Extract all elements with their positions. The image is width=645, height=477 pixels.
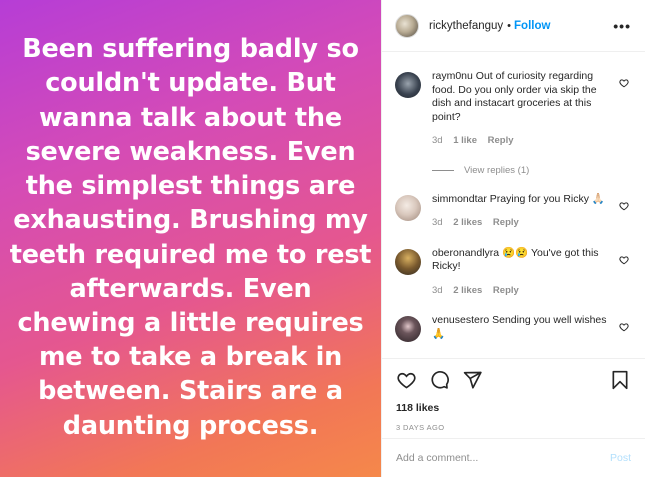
post-date[interactable]: 3 DAYS AGO [396, 423, 629, 432]
reply-button[interactable]: Reply [493, 217, 519, 228]
comment-item: oberonandlyra 😢😢 You've got this Ricky! … [395, 247, 629, 298]
comment-likes[interactable]: 1 like [453, 135, 477, 146]
post-image[interactable]: Been suffering badly so couldn't update. … [0, 0, 381, 477]
post-image-text-line: wanna talk about the [39, 102, 342, 133]
commenter-username[interactable]: raym0nu [432, 70, 473, 82]
bookmark-icon[interactable] [611, 370, 629, 390]
post-comment-button[interactable]: Post [610, 452, 631, 464]
post-side-panel: rickythefanguy • Follow ••• raym0nu Out … [381, 0, 645, 477]
heart-icon[interactable] [619, 322, 629, 332]
post-image-text-line: severe weakness. Even [25, 136, 356, 167]
comment-time[interactable]: 3d [432, 135, 443, 146]
comment-body: simmondtar Praying for you Ricky 🙏🏻 3d 2… [432, 193, 629, 230]
comment-body: oberonandlyra 😢😢 You've got this Ricky! … [432, 247, 629, 298]
view-replies-line [432, 169, 454, 171]
comment-meta: 3d 1 like Reply [432, 134, 609, 148]
post-image-text-line: exhausting. Brushing my [13, 205, 368, 236]
commenter-avatar[interactable] [395, 72, 421, 98]
view-replies-label: View replies (1) [464, 164, 530, 176]
comment-time[interactable]: 3d [432, 285, 443, 296]
comment-icon[interactable] [429, 370, 450, 390]
add-comment-input[interactable] [396, 452, 610, 464]
author-avatar[interactable] [395, 13, 419, 38]
commenter-avatar[interactable] [395, 248, 421, 275]
post-image-text-line: the simplest things are [25, 171, 356, 202]
comment-time[interactable]: 3d [432, 217, 443, 228]
post-image-text-line: between. Stairs are a [38, 376, 343, 407]
likes-count[interactable]: 118 likes [396, 402, 629, 414]
heart-icon[interactable] [619, 201, 629, 211]
comment-meta: 3d 2 likes Reply [432, 216, 609, 230]
post-image-text-line: me to take a break in [38, 342, 343, 373]
comment-likes[interactable]: 2 likes [453, 217, 482, 228]
commenter-avatar[interactable] [395, 194, 421, 221]
post-dialog: Been suffering badly so couldn't update. … [0, 0, 645, 477]
comment-likes[interactable]: 2 likes [453, 285, 482, 296]
commenter-username[interactable]: oberonandlyra [432, 247, 499, 259]
commenter-avatar[interactable] [395, 316, 421, 342]
post-image-text-line: couldn't update. But [45, 68, 336, 99]
comment-item: raym0nu Out of curiosity regarding food.… [395, 70, 629, 148]
reply-button[interactable]: Reply [493, 285, 519, 296]
comments-list[interactable]: raym0nu Out of curiosity regarding food.… [382, 53, 645, 358]
share-icon[interactable] [462, 370, 483, 390]
post-actions: 118 likes 3 DAYS AGO [382, 358, 645, 438]
commenter-username[interactable]: simmondtar [432, 193, 487, 205]
comment-text: Praying for you Ricky 🙏🏻 [489, 192, 605, 205]
post-image-text-line: chewing a little requires [17, 307, 364, 338]
more-horizontal-icon[interactable]: ••• [613, 18, 631, 34]
heart-icon[interactable] [619, 78, 629, 88]
post-image-text-line: afterwards. Even [69, 273, 312, 304]
post-image-text-line: daunting process. [62, 410, 319, 441]
heart-icon[interactable] [396, 370, 417, 390]
follow-button[interactable]: Follow [514, 20, 550, 32]
comment-body: venusestero Sending you well wishes 🙏 [432, 314, 629, 342]
header-separator: • [507, 19, 512, 32]
comment-item: simmondtar Praying for you Ricky 🙏🏻 3d 2… [395, 193, 629, 230]
comment-body: raym0nu Out of curiosity regarding food.… [432, 70, 629, 148]
post-image-text: Been suffering badly so couldn't update. … [6, 32, 376, 442]
reply-button[interactable]: Reply [488, 135, 514, 146]
heart-icon[interactable] [619, 255, 629, 265]
comment-item: venusestero Sending you well wishes 🙏 [395, 314, 629, 342]
add-comment-bar: Post [382, 438, 645, 477]
post-header: rickythefanguy • Follow ••• [382, 0, 645, 52]
author-username[interactable]: rickythefanguy [429, 20, 503, 32]
commenter-username[interactable]: venusestero [432, 314, 489, 326]
view-replies-button[interactable]: View replies (1) [432, 165, 629, 176]
post-image-text-line: teeth required me to rest [9, 239, 372, 270]
post-image-text-line: Been suffering badly so [22, 34, 359, 65]
action-icons-row [396, 370, 629, 390]
comment-meta: 3d 2 likes Reply [432, 284, 609, 298]
